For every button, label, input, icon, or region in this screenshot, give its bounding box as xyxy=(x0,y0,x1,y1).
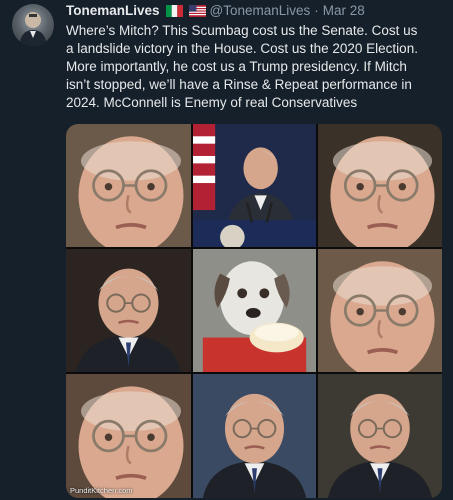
tweet-text-line: More importantly, he cost us a Trump pre… xyxy=(66,59,407,74)
photo-tile-profile-glasses[interactable] xyxy=(318,374,442,498)
tweet-media-grid[interactable]: PunditKitchen.com xyxy=(66,124,442,498)
photo-tile-closeup-face[interactable] xyxy=(66,124,191,247)
tweet-header: TonemanLives @TonemanLives · Mar 28 xyxy=(66,2,445,20)
tweet-text-line: Where’s Mitch? This Scumbag cost us the … xyxy=(66,23,418,38)
photo-tile-suit-portrait[interactable] xyxy=(193,374,316,498)
tweet-text: Where’s Mitch? This Scumbag cost us the … xyxy=(66,22,446,112)
watermark-caption: PunditKitchen.com xyxy=(70,486,133,495)
photo-tile-closeup-side[interactable] xyxy=(318,124,442,247)
user-handle[interactable]: @TonemanLives xyxy=(210,2,311,20)
photo-tile-dog-cake[interactable] xyxy=(193,249,316,372)
tweet-text-line: a landslide victory in the House. Cost u… xyxy=(66,41,418,56)
photo-tile-face-glasses[interactable] xyxy=(66,374,191,498)
tweet-text-line: isn’t stopped, we’ll have a Rinse & Repe… xyxy=(66,77,412,92)
separator-dot: · xyxy=(314,3,319,18)
avatar[interactable] xyxy=(12,4,54,46)
tweet-text-line: 2024. McConnell is Enemy of real Conserv… xyxy=(66,95,358,110)
avatar-image xyxy=(19,12,47,46)
flag-italy-icon xyxy=(165,5,183,17)
tweet-date[interactable]: Mar 28 xyxy=(323,2,365,20)
photo-tile-closeup-glasses[interactable] xyxy=(318,249,442,372)
display-name[interactable]: TonemanLives xyxy=(66,2,160,20)
flag-usa-icon xyxy=(188,5,206,17)
photo-tile-podium-speech[interactable] xyxy=(193,124,316,247)
photo-tile-portrait[interactable] xyxy=(66,249,191,372)
